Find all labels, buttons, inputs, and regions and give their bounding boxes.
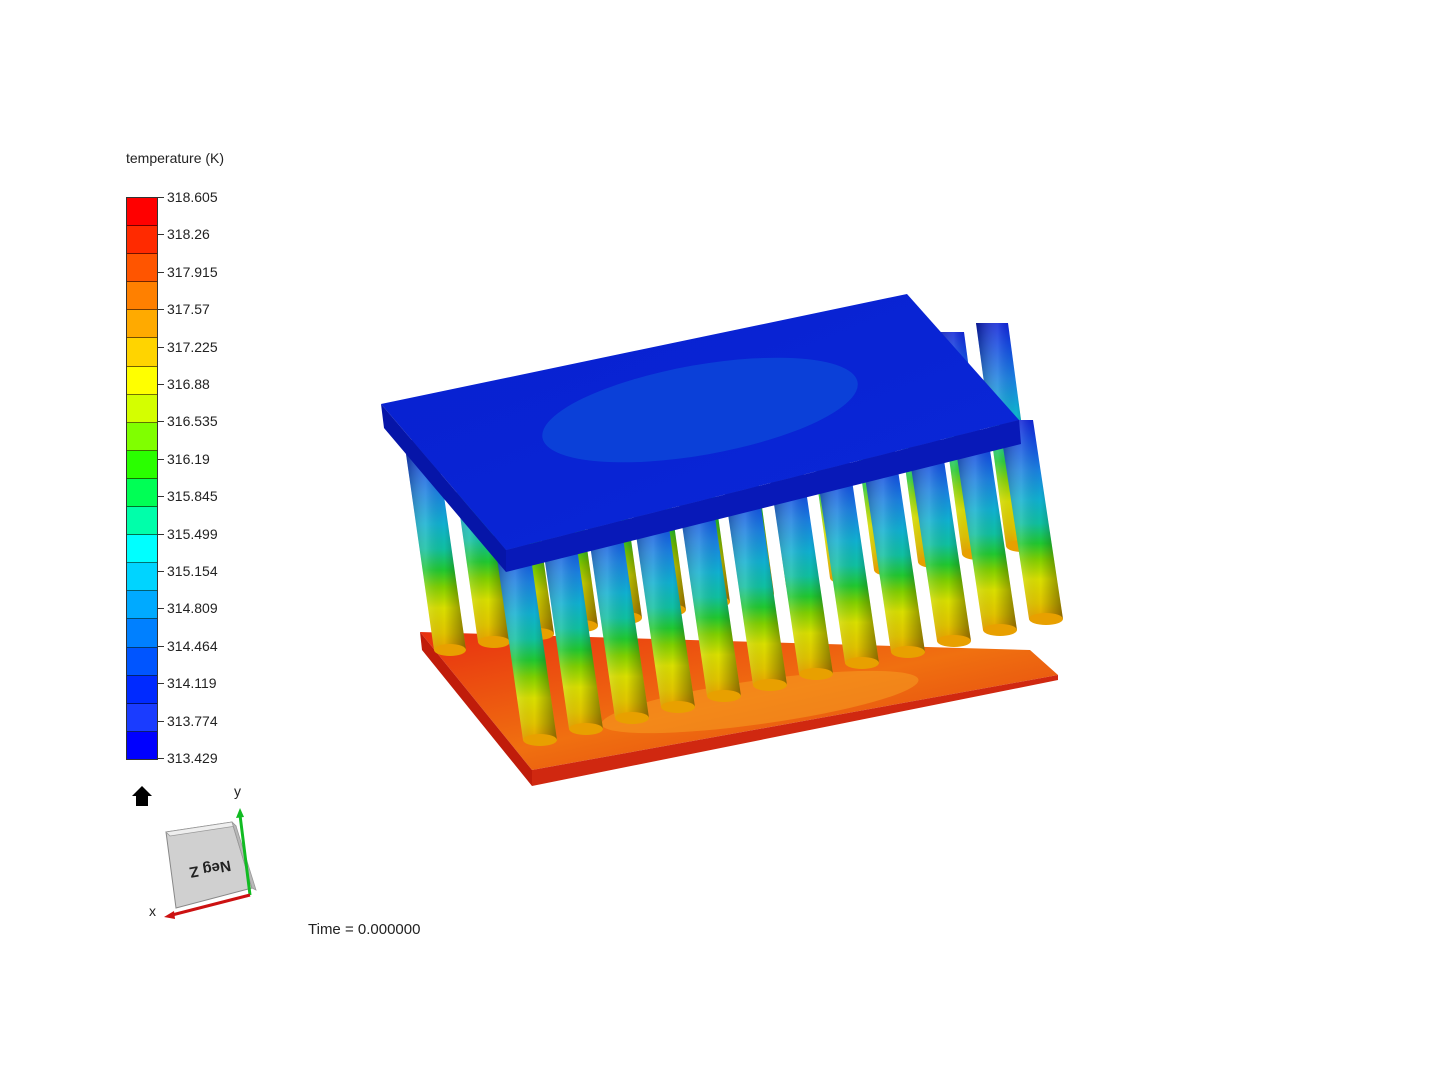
color-scale-tick	[158, 458, 164, 460]
color-scale-tick-label: 318.605	[167, 189, 218, 205]
color-scale-tick	[158, 683, 164, 685]
time-readout: Time = 0.000000	[308, 921, 421, 938]
color-scale-tick	[158, 309, 164, 311]
color-scale-tick-label: 317.225	[167, 338, 218, 355]
color-scale-tick-label: 315.154	[167, 563, 218, 579]
color-band	[127, 226, 157, 255]
color-scale-tick	[158, 758, 164, 759]
color-scale-tick-label: 313.774	[167, 712, 218, 729]
color-scale-tick	[158, 234, 164, 236]
color-scale-bar	[126, 197, 158, 760]
color-scale-tick-label: 317.915	[167, 263, 218, 280]
color-scale-tick-label: 315.845	[167, 488, 218, 505]
x-axis-label: x	[149, 903, 156, 919]
y-axis-label: y	[234, 783, 241, 799]
color-scale-tick-label: 315.499	[167, 525, 218, 542]
color-band	[127, 507, 157, 536]
color-scale-tick	[158, 571, 164, 572]
color-scale-tick	[158, 346, 164, 348]
color-scale-tick	[158, 720, 164, 722]
color-band	[127, 254, 157, 283]
color-band	[127, 591, 157, 620]
color-band	[127, 563, 157, 592]
color-band	[127, 422, 157, 451]
color-scale-tick-label: 318.26	[167, 226, 210, 243]
color-scale-tick	[158, 608, 164, 610]
color-scale-tick-label: 316.19	[167, 450, 210, 467]
color-scale-tick	[158, 645, 164, 647]
color-band	[127, 310, 157, 339]
color-band	[127, 647, 157, 676]
legend-title: temperature (K)	[126, 150, 225, 166]
color-scale-tick-label: 314.119	[167, 675, 217, 692]
color-band	[127, 282, 157, 311]
color-scale-tick	[158, 533, 164, 535]
orientation-widget[interactable]: Neg Z y x	[140, 780, 280, 925]
color-band	[127, 675, 157, 704]
color-scale-tick	[158, 421, 164, 423]
color-scale-tick	[158, 197, 164, 198]
color-scale-tick	[158, 384, 164, 385]
color-band	[127, 450, 157, 479]
color-scale-tick-label: 313.429	[167, 750, 218, 766]
color-scale-tick	[158, 271, 164, 273]
color-band	[127, 394, 157, 423]
color-band	[127, 703, 157, 732]
color-band	[127, 478, 157, 508]
color-scale-tick	[158, 496, 164, 498]
color-band	[127, 731, 157, 759]
color-band	[127, 338, 157, 367]
color-band	[127, 619, 157, 648]
color-scale-tick-label: 314.809	[167, 600, 218, 617]
3d-viewport[interactable]	[360, 270, 1080, 810]
color-band	[127, 535, 157, 564]
color-band	[127, 366, 157, 395]
x-axis-arrow	[164, 911, 175, 919]
color-scale-tick-label: 317.57	[167, 301, 210, 318]
color-scale-tick-label: 314.464	[167, 637, 218, 654]
color-scale-tick-label: 316.88	[167, 376, 210, 392]
color-scale-tick-label: 316.535	[167, 413, 218, 430]
y-axis-arrow	[236, 808, 244, 818]
color-band	[127, 198, 157, 227]
